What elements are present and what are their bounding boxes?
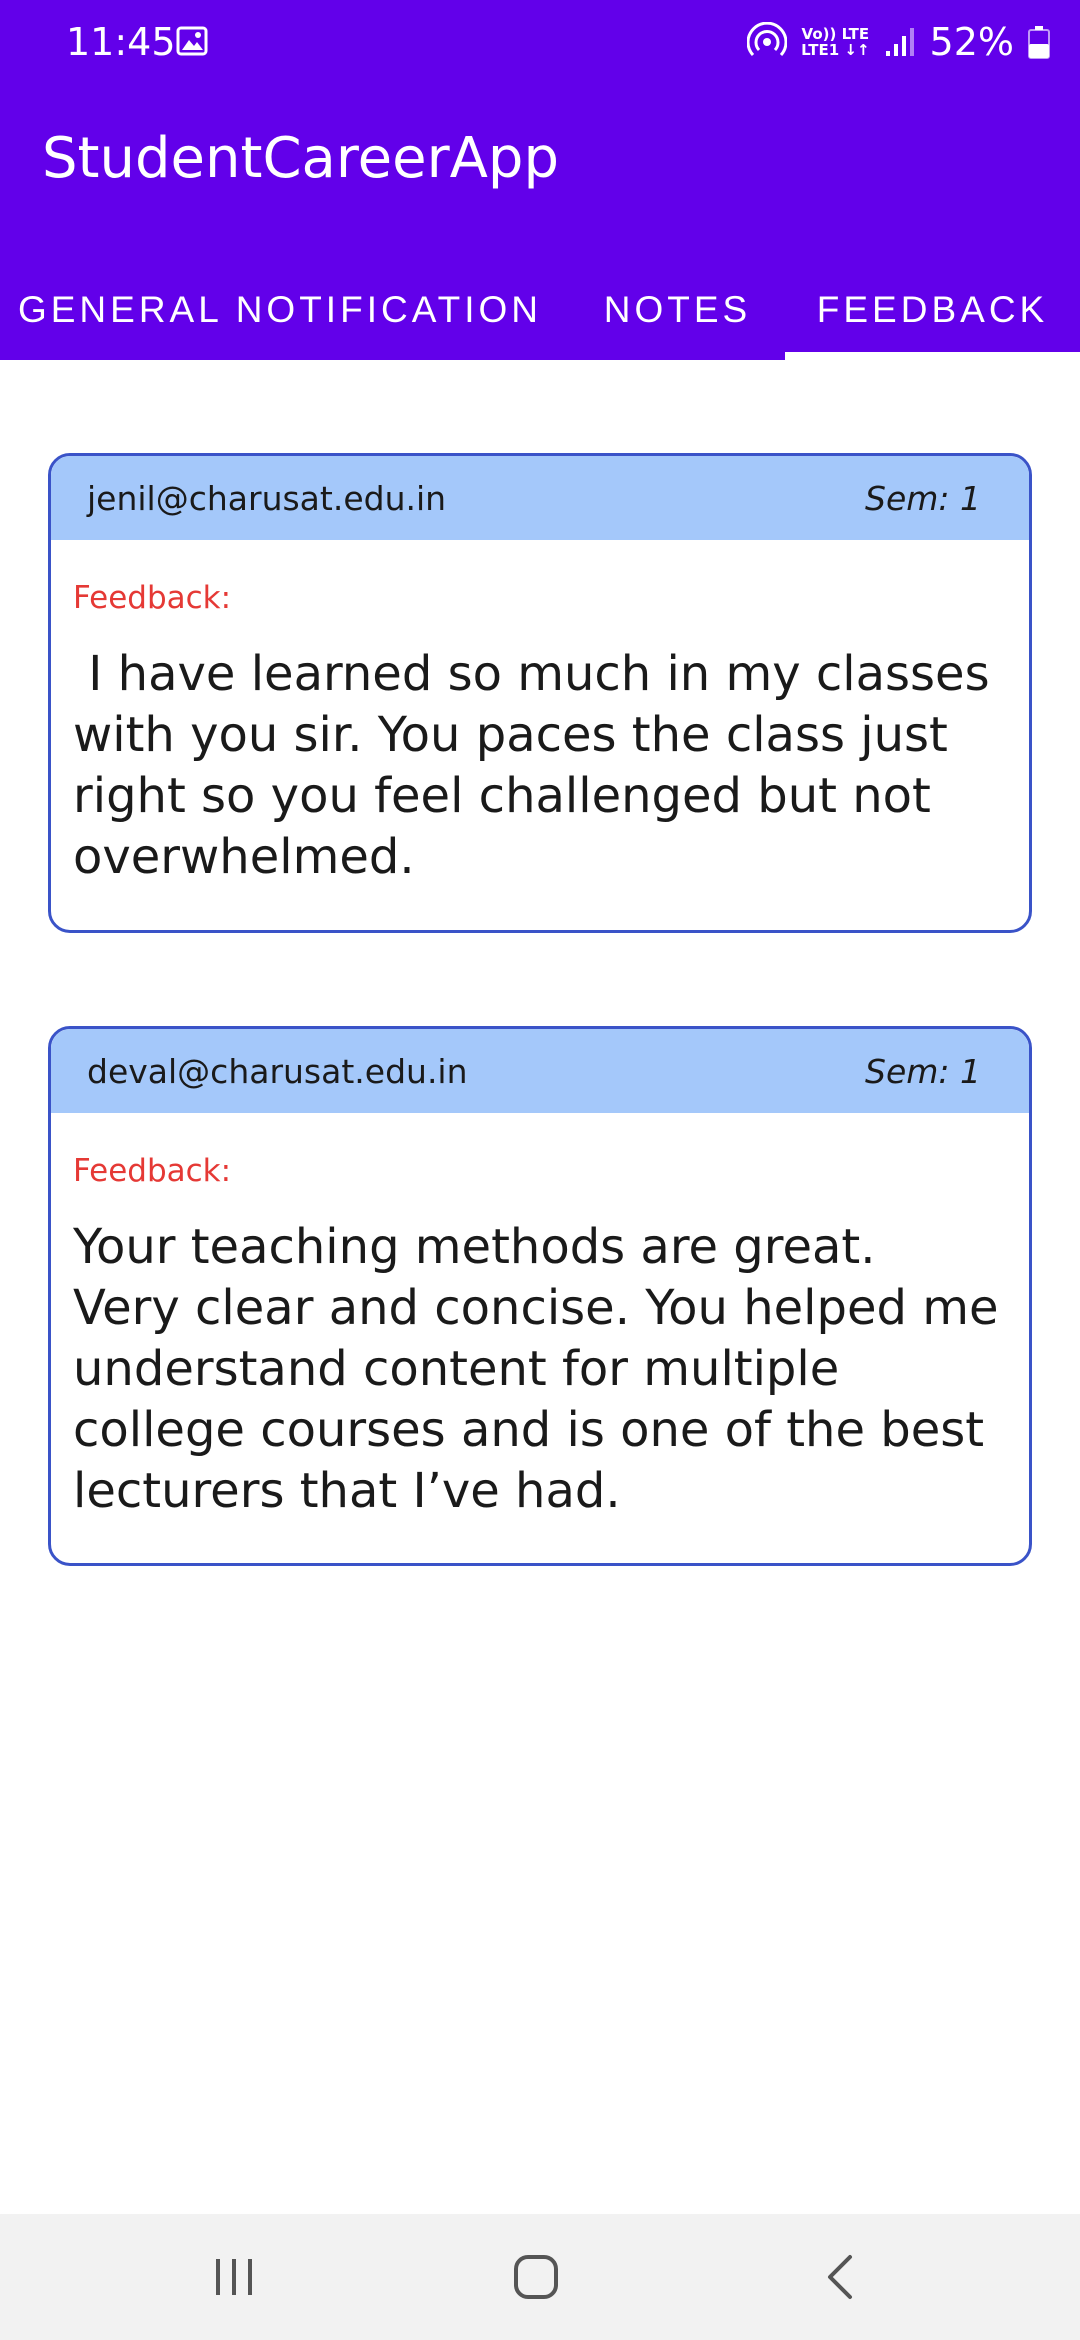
back-button[interactable] xyxy=(800,2244,880,2310)
recents-icon xyxy=(216,2259,252,2295)
card-body: Feedback: I have learned so much in my c… xyxy=(51,540,1029,888)
status-icons: Vo)) LTE LTE1 ↓↑ 52% xyxy=(747,18,1050,66)
hotspot-icon xyxy=(747,22,788,57)
back-icon xyxy=(828,2255,852,2299)
signal-icon xyxy=(885,28,914,56)
home-button[interactable] xyxy=(496,2244,576,2310)
feedback-card[interactable]: jenil@charusat.edu.in Sem: 1 Feedback: I… xyxy=(48,453,1032,933)
tab-bar: GENERAL NOTIFICATION NOTES FEEDBACK xyxy=(0,260,1080,360)
student-email: jenil@charusat.edu.in xyxy=(87,478,447,518)
student-email: deval@charusat.edu.in xyxy=(87,1051,468,1091)
tab-feedback[interactable]: FEEDBACK xyxy=(785,260,1080,360)
home-icon xyxy=(514,2255,558,2299)
system-nav-bar xyxy=(0,2214,1080,2340)
feedback-text: Your teaching methods are great. Very cl… xyxy=(73,1219,999,1519)
card-header: jenil@charusat.edu.in Sem: 1 xyxy=(51,456,1029,540)
app-title: StudentCareerApp xyxy=(42,126,559,191)
feedback-card[interactable]: deval@charusat.edu.in Sem: 1 Feedback: Y… xyxy=(48,1026,1032,1566)
status-bar: 11:45 Vo)) LTE LTE1 ↓↑ 52% xyxy=(0,0,1080,84)
feedback-label: Feedback: xyxy=(73,580,232,616)
battery-icon xyxy=(1028,26,1050,59)
recents-button[interactable] xyxy=(194,2244,274,2310)
feedback-label: Feedback: xyxy=(73,1153,232,1189)
semester-label: Sem: 1 xyxy=(865,1051,981,1091)
tab-general-notification[interactable]: GENERAL NOTIFICATION xyxy=(0,260,560,360)
tab-notes[interactable]: NOTES xyxy=(570,260,785,360)
status-time: 11:45 xyxy=(66,20,176,64)
card-body: Feedback: Your teaching methods are grea… xyxy=(51,1113,1029,1522)
battery-percent: 52% xyxy=(929,20,1014,64)
app-bar: 11:45 Vo)) LTE LTE1 ↓↑ 52% StudentCareer… xyxy=(0,0,1080,360)
network-top-label: Vo)) LTE xyxy=(801,25,870,43)
network-bottom-label: LTE1 ↓↑ xyxy=(801,41,870,59)
network-indicator: Vo)) LTE LTE1 ↓↑ xyxy=(801,26,869,58)
tab-selected-indicator xyxy=(785,352,1080,360)
semester-label: Sem: 1 xyxy=(865,478,981,518)
card-header: deval@charusat.edu.in Sem: 1 xyxy=(51,1029,1029,1113)
gallery-icon xyxy=(176,26,208,56)
feedback-text: I have learned so much in my classes wit… xyxy=(73,646,1005,885)
